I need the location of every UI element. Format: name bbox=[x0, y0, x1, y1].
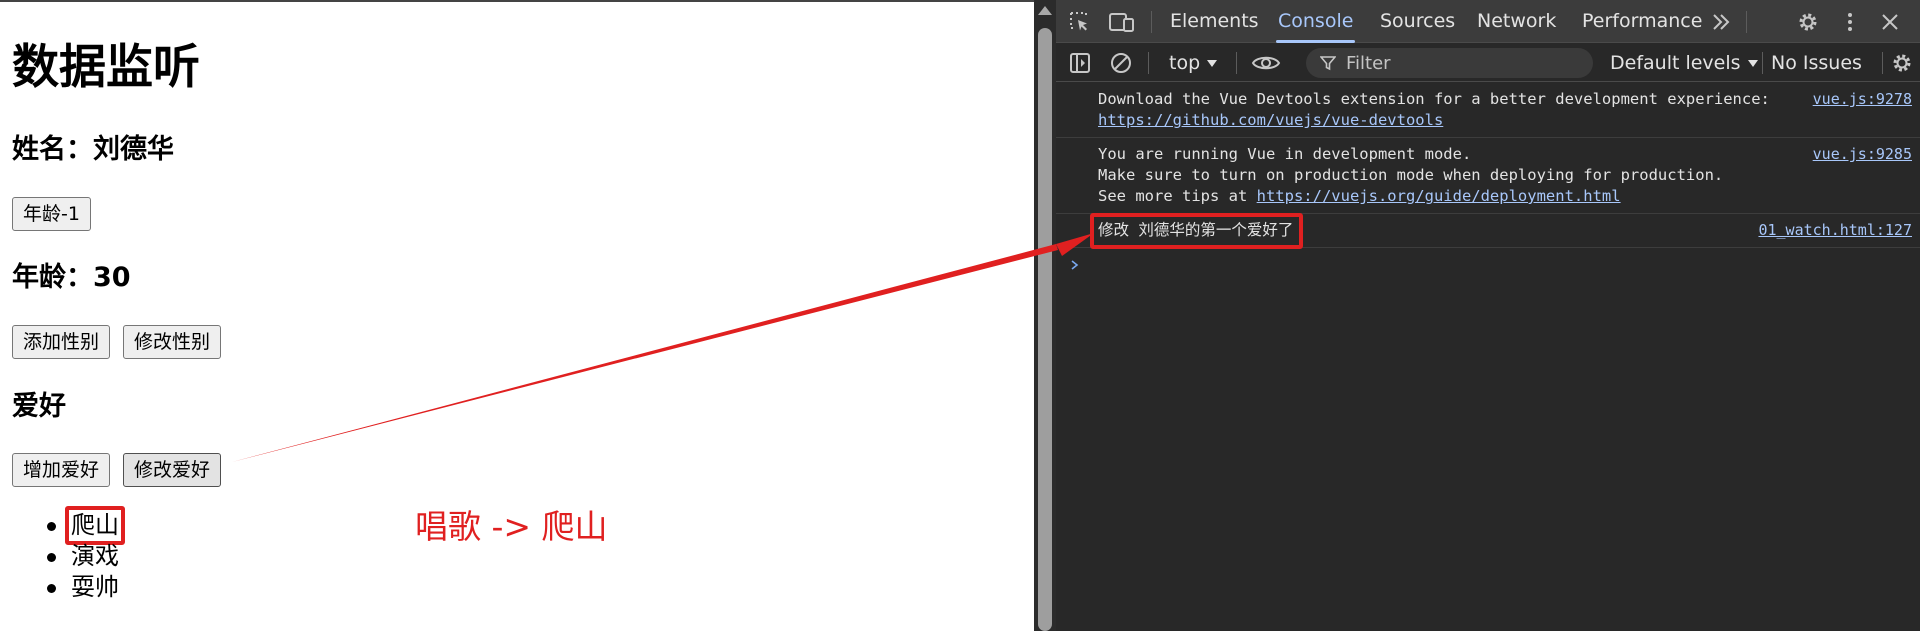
sidebar-toggle-icon[interactable] bbox=[1068, 51, 1092, 75]
message-source-link[interactable]: vue.js:9278 bbox=[1813, 89, 1912, 110]
annotation-text: 唱歌 -> 爬山 bbox=[415, 507, 608, 546]
message-text: You are running Vue in development mode. bbox=[1098, 145, 1472, 163]
separator bbox=[1151, 11, 1152, 33]
change-hobby-button[interactable]: 修改爱好 bbox=[123, 453, 222, 487]
age-heading: 年龄：30 bbox=[12, 262, 131, 293]
message-source-link[interactable]: 01_watch.html:127 bbox=[1758, 220, 1912, 241]
console-message: Download the Vue Devtools extension for … bbox=[1056, 83, 1920, 138]
message-source-link[interactable]: vue.js:9285 bbox=[1813, 144, 1912, 165]
change-gender-button[interactable]: 修改性别 bbox=[123, 325, 222, 359]
page-scrollbar[interactable] bbox=[1034, 0, 1056, 631]
separator bbox=[1148, 52, 1149, 74]
log-levels-select[interactable]: Default levels bbox=[1610, 44, 1758, 82]
console-messages: Download the Vue Devtools extension for … bbox=[1056, 83, 1920, 249]
log-levels-label: Default levels bbox=[1610, 52, 1741, 74]
separator bbox=[1746, 11, 1747, 33]
message-text: Download the Vue Devtools extension for … bbox=[1098, 90, 1770, 108]
device-toolbar-icon[interactable] bbox=[1108, 10, 1136, 34]
devtools-tab-bar: Elements Console Sources Network Perform… bbox=[1056, 0, 1920, 43]
hobby-item: 耍帅 bbox=[71, 573, 119, 601]
filter-input[interactable] bbox=[1346, 48, 1586, 78]
list-item: 演戏 bbox=[0, 541, 119, 572]
context-select[interactable]: top bbox=[1169, 44, 1218, 82]
hobby-item: 演戏 bbox=[71, 542, 119, 570]
issues-counter[interactable]: No Issues bbox=[1771, 44, 1862, 82]
console-settings-gear-icon[interactable] bbox=[1890, 51, 1914, 75]
context-select-label: top bbox=[1169, 52, 1201, 74]
tab-sources[interactable]: Sources bbox=[1380, 0, 1455, 43]
console-toolbar: top Default levels No Issues bbox=[1056, 44, 1920, 82]
message-text: See more tips at bbox=[1098, 187, 1257, 205]
console-message: You are running Vue in development mode.… bbox=[1056, 138, 1920, 214]
message-text: 修改 刘德华的第一个爱好了 bbox=[1089, 213, 1304, 249]
hobby-heading: 爱好 bbox=[12, 391, 66, 422]
tab-network[interactable]: Network bbox=[1477, 0, 1556, 43]
separator bbox=[1882, 52, 1883, 74]
add-hobby-button[interactable]: 增加爱好 bbox=[12, 453, 111, 487]
page-title: 数据监听 bbox=[12, 40, 200, 95]
tab-console[interactable]: Console bbox=[1275, 0, 1356, 43]
clear-console-icon[interactable] bbox=[1109, 51, 1133, 75]
scroll-up-arrow-icon[interactable] bbox=[1038, 6, 1052, 15]
message-text: Make sure to turn on production mode whe… bbox=[1098, 166, 1724, 184]
devtools-extension-link[interactable]: https://github.com/vuejs/vue-devtools bbox=[1098, 111, 1443, 129]
name-heading: 姓名：刘德华 bbox=[12, 134, 174, 165]
separator bbox=[1762, 52, 1763, 74]
filter-icon bbox=[1320, 56, 1336, 71]
hobby-list: 爬山 演戏 耍帅 bbox=[0, 506, 125, 603]
list-item: 爬山 bbox=[0, 506, 125, 545]
console-message-highlighted: 修改 刘德华的第一个爱好了 01_watch.html:127 bbox=[1056, 213, 1920, 249]
filter-box[interactable] bbox=[1306, 48, 1593, 78]
tab-performance[interactable]: Performance bbox=[1582, 0, 1702, 43]
age-minus-button[interactable]: 年龄-1 bbox=[12, 197, 91, 231]
eye-icon[interactable] bbox=[1251, 51, 1281, 75]
chevron-down-icon bbox=[1747, 60, 1758, 67]
chevron-down-icon bbox=[1207, 60, 1218, 67]
double-chevron-right-icon[interactable] bbox=[1710, 10, 1732, 34]
add-gender-button[interactable]: 添加性别 bbox=[12, 325, 111, 359]
web-page: 数据监听 姓名：刘德华 年龄-1 年龄：30 添加性别 修改性别 爱好 增加爱好… bbox=[0, 0, 1034, 631]
inspect-element-icon[interactable] bbox=[1068, 10, 1092, 34]
list-item: 耍帅 bbox=[0, 572, 119, 603]
tab-elements[interactable]: Elements bbox=[1170, 0, 1259, 43]
hobby-item-highlighted: 爬山 bbox=[65, 506, 125, 545]
console-prompt-chevron-icon[interactable] bbox=[1069, 259, 1081, 271]
more-options-icon[interactable] bbox=[1838, 10, 1862, 34]
devtools-panel: Elements Console Sources Network Perform… bbox=[1056, 0, 1920, 631]
separator bbox=[1236, 52, 1237, 74]
deployment-guide-link[interactable]: https://vuejs.org/guide/deployment.html bbox=[1257, 187, 1621, 205]
gear-icon[interactable] bbox=[1796, 10, 1820, 34]
close-icon[interactable] bbox=[1878, 10, 1902, 34]
scrollbar-thumb[interactable] bbox=[1038, 28, 1052, 631]
